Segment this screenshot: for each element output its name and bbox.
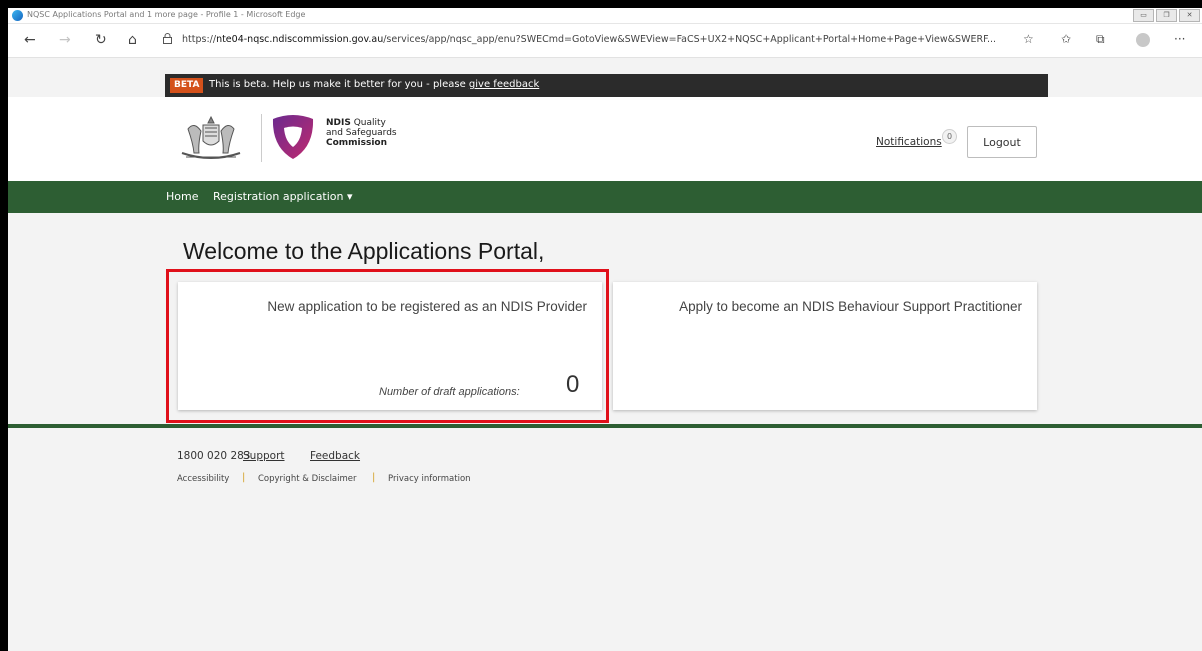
- minimize-button[interactable]: ▭: [1133, 9, 1154, 22]
- highlight-annotation: [166, 269, 609, 423]
- notifications-count-badge: 0: [942, 129, 957, 144]
- footer-separator: |: [242, 472, 246, 483]
- close-button[interactable]: ✕: [1179, 9, 1200, 22]
- footer-accessibility-link[interactable]: Accessibility: [177, 474, 229, 484]
- footer-feedback-link[interactable]: Feedback: [310, 450, 360, 462]
- refresh-icon[interactable]: ↻: [95, 32, 107, 48]
- give-feedback-link[interactable]: give feedback: [469, 79, 539, 90]
- page-info-icon[interactable]: [163, 33, 172, 44]
- site-footer: 1800 020 283 Support Feedback Accessibil…: [8, 428, 1202, 651]
- browser-window: NQSC Applications Portal and 1 more page…: [8, 8, 1202, 651]
- more-menu-icon[interactable]: ···: [1174, 32, 1185, 46]
- beta-banner: BETA This is beta. Help us make it bette…: [165, 74, 1048, 97]
- main-nav: Home Registration application ▾: [8, 181, 1202, 213]
- read-aloud-icon[interactable]: ☆: [1023, 32, 1034, 46]
- page-title: Welcome to the Applications Portal,: [183, 238, 545, 264]
- favorites-icon[interactable]: ✩: [1061, 32, 1071, 46]
- org-name: NDIS Quality and Safeguards Commission: [326, 118, 397, 148]
- window-title: NQSC Applications Portal and 1 more page…: [27, 10, 306, 19]
- forward-icon[interactable]: →: [59, 32, 71, 48]
- logout-button[interactable]: Logout: [967, 126, 1037, 158]
- edge-icon: [12, 10, 23, 21]
- ndis-commission-logo: [272, 115, 314, 159]
- footer-copyright-link[interactable]: Copyright & Disclaimer: [258, 474, 357, 484]
- footer-support-link[interactable]: Support: [243, 450, 285, 462]
- collections-icon[interactable]: ⧉: [1096, 32, 1105, 47]
- notifications-link[interactable]: Notifications: [876, 136, 942, 148]
- behaviour-support-practitioner-card[interactable]: Apply to become an NDIS Behaviour Suppor…: [613, 282, 1037, 410]
- site-header: NDIS Quality and Safeguards Commission N…: [8, 97, 1202, 181]
- restore-button[interactable]: ❐: [1156, 9, 1177, 22]
- title-bar: NQSC Applications Portal and 1 more page…: [8, 8, 1202, 24]
- nav-home[interactable]: Home: [166, 190, 198, 203]
- profile-avatar[interactable]: [1136, 33, 1150, 47]
- beta-tag: BETA: [170, 78, 204, 93]
- coat-of-arms-logo: [181, 115, 241, 159]
- footer-separator: |: [372, 472, 376, 483]
- home-icon[interactable]: ⌂: [128, 32, 137, 48]
- nav-registration-application[interactable]: Registration application ▾: [213, 190, 353, 203]
- logo-divider: [261, 114, 262, 162]
- footer-privacy-link[interactable]: Privacy information: [388, 474, 471, 484]
- footer-phone: 1800 020 283: [177, 450, 251, 462]
- browser-toolbar: ← → ↻ ⌂ https://nte04-nqsc.ndiscommissio…: [8, 24, 1202, 58]
- address-bar[interactable]: https://nte04-nqsc.ndiscommission.gov.au…: [158, 29, 1053, 52]
- window-controls: ▭ ❐ ✕: [1133, 9, 1200, 22]
- url-text[interactable]: https://nte04-nqsc.ndiscommission.gov.au…: [182, 34, 996, 45]
- card-title: Apply to become an NDIS Behaviour Suppor…: [679, 299, 1022, 314]
- chevron-down-icon: ▾: [347, 190, 353, 203]
- beta-text: This is beta. Help us make it better for…: [209, 79, 540, 90]
- back-icon[interactable]: ←: [24, 32, 36, 48]
